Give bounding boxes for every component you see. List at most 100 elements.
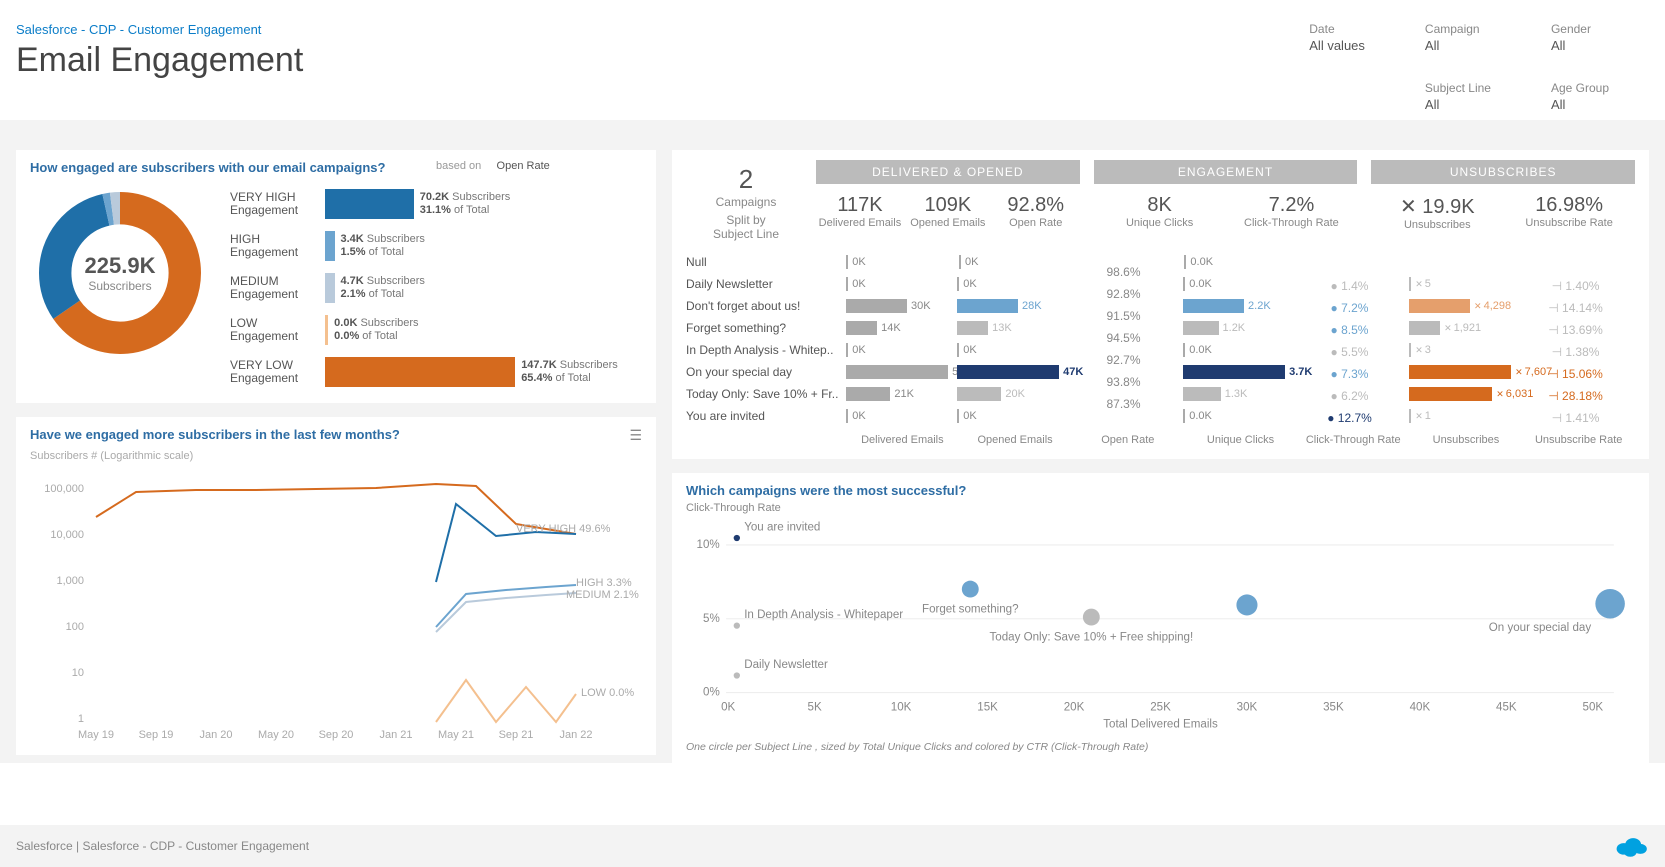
kpi-cell: ✕ 19.9KUnsubscribes: [1371, 184, 1503, 241]
filter-gender[interactable]: GenderAll: [1551, 22, 1609, 53]
table-row[interactable]: You are invited 0K 0K 87.3% 0.0K ● 12.7%…: [686, 405, 1635, 427]
svg-text:10K: 10K: [891, 702, 912, 714]
campaigns-count: 2: [686, 164, 806, 195]
svg-text:You are invited: You are invited: [744, 522, 820, 534]
svg-text:Jan 22: Jan 22: [559, 729, 592, 741]
split-by-label: Split by: [686, 213, 806, 227]
breadcrumb[interactable]: Salesforce - CDP - Customer Engagement: [16, 22, 1309, 37]
svg-text:Jan 20: Jan 20: [199, 729, 232, 741]
scatter-chart[interactable]: 0%5%10% 0K5K10K15K20K25K30K35K40K45K50K …: [686, 514, 1635, 734]
campaigns-label: Campaigns: [686, 195, 806, 209]
trend-question: Have we engaged more subscribers in the …: [30, 427, 400, 444]
svg-text:In Depth Analysis - Whitepaper: In Depth Analysis - Whitepaper: [744, 609, 903, 621]
svg-text:45K: 45K: [1496, 702, 1517, 714]
trend-ann-h: HIGH 3.3%: [576, 577, 632, 589]
col-header: Unique Clicks: [1184, 431, 1297, 449]
scatter-footnote: One circle per Subject Line , sized by T…: [686, 741, 1635, 753]
filter-bar: DateAll values CampaignAll Subject LineAll…: [1309, 22, 1649, 112]
table-row[interactable]: In Depth Analysis - Whitep.. 0K 0K 94.5%…: [686, 339, 1635, 361]
svg-text:25K: 25K: [1150, 702, 1171, 714]
footer: Salesforce | Salesforce - CDP - Customer…: [0, 825, 1665, 867]
svg-text:May 21: May 21: [438, 729, 474, 741]
svg-text:35K: 35K: [1323, 702, 1344, 714]
svg-text:Forget something?: Forget something?: [922, 603, 1019, 615]
filter-date[interactable]: DateAll values: [1309, 22, 1365, 53]
based-on-label: based on: [436, 160, 481, 172]
engagement-card: How engaged are subscribers with our ema…: [16, 150, 656, 403]
svg-text:10,000: 10,000: [50, 529, 84, 541]
svg-text:20K: 20K: [1064, 702, 1085, 714]
engagement-row[interactable]: MEDIUMEngagement 4.7K Subscribers2.1% of…: [230, 267, 642, 309]
svg-text:Sep 19: Sep 19: [139, 729, 174, 741]
donut-chart[interactable]: 225.9K Subscribers: [30, 183, 210, 363]
filter-campaign[interactable]: CampaignAll: [1425, 22, 1491, 53]
scatter-ylabel: Click-Through Rate: [686, 502, 1635, 514]
filter-subject-line[interactable]: Subject LineAll: [1425, 81, 1491, 112]
svg-text:Sep 20: Sep 20: [319, 729, 354, 741]
col-header: Unsubscribe Rate: [1522, 431, 1635, 449]
svg-text:15K: 15K: [977, 702, 998, 714]
svg-text:On your special day: On your special day: [1489, 622, 1592, 634]
svg-text:100: 100: [66, 621, 84, 633]
based-on-value[interactable]: Open Rate: [497, 160, 550, 172]
kpi-cell: 16.98%Unsubscribe Rate: [1503, 184, 1635, 241]
svg-text:0%: 0%: [703, 687, 720, 699]
col-header: Open Rate: [1071, 431, 1184, 449]
scatter-point[interactable]: [962, 581, 979, 598]
trend-ann-vh: VERY HIGH 49.6%: [516, 523, 611, 535]
svg-text:50K: 50K: [1583, 702, 1604, 714]
svg-text:1: 1: [78, 713, 84, 725]
svg-text:May 19: May 19: [78, 729, 114, 741]
kpi-card: 2 Campaigns Split by Subject Line DELIVE…: [672, 150, 1649, 459]
table-row[interactable]: Today Only: Save 10% + Fr.. 21K 20K 93.8…: [686, 383, 1635, 405]
engagement-row[interactable]: VERY HIGHEngagement 70.2K Subscribers31.…: [230, 183, 642, 225]
scatter-question: Which campaigns were the most successful…: [686, 483, 966, 498]
trend-ann-l: LOW 0.0%: [581, 687, 634, 699]
header: Salesforce - CDP - Customer Engagement E…: [0, 0, 1665, 120]
svg-text:5K: 5K: [808, 702, 822, 714]
scatter-point[interactable]: [1236, 594, 1257, 615]
table-row[interactable]: Forget something? 14K 13K 91.5% 1.2K ● 8…: [686, 317, 1635, 339]
kpi-cell: 92.8%Open Rate: [992, 184, 1080, 239]
table-row[interactable]: Daily Newsletter 0K 0K 98.6% 0.0K ● 1.4%…: [686, 273, 1635, 295]
table-row[interactable]: Don't forget about us! 30K 28K 92.8% 2.2…: [686, 295, 1635, 317]
table-row[interactable]: Null 0K 0K 0.0K: [686, 251, 1635, 273]
donut-center-label: Subscribers: [85, 279, 156, 293]
kpi-group-header: DELIVERED & OPENED: [816, 160, 1080, 184]
page-title: Email Engagement: [16, 41, 1309, 80]
scatter-point[interactable]: [734, 623, 740, 629]
hamburger-icon[interactable]: ☰: [629, 427, 642, 444]
scatter-point[interactable]: [734, 672, 740, 678]
kpi-group-header: ENGAGEMENT: [1094, 160, 1358, 184]
svg-text:Jan 21: Jan 21: [379, 729, 412, 741]
scatter-point[interactable]: [1083, 609, 1100, 626]
engagement-row[interactable]: HIGHEngagement 3.4K Subscribers1.5% of T…: [230, 225, 642, 267]
svg-text:10%: 10%: [697, 539, 720, 551]
scatter-point[interactable]: [1595, 589, 1625, 619]
svg-text:30K: 30K: [1237, 702, 1258, 714]
trend-card: Have we engaged more subscribers in the …: [16, 417, 656, 755]
kpi-cell: 7.2%Click-Through Rate: [1226, 184, 1358, 239]
svg-text:10: 10: [72, 667, 84, 679]
svg-text:Daily Newsletter: Daily Newsletter: [744, 659, 828, 671]
col-header: Delivered Emails: [846, 431, 959, 449]
svg-text:Sep 21: Sep 21: [499, 729, 534, 741]
kpi-cell: 8KUnique Clicks: [1094, 184, 1226, 239]
table-row[interactable]: On your special day 51K 47K 92.7% 3.7K ●…: [686, 361, 1635, 383]
footer-text: Salesforce | Salesforce - CDP - Customer…: [16, 839, 309, 853]
split-by-value: Subject Line: [686, 227, 806, 241]
engagement-row[interactable]: VERY LOWEngagement 147.7K Subscribers65.…: [230, 351, 642, 393]
engagement-row[interactable]: LOWEngagement 0.0K Subscribers0.0% of To…: [230, 309, 642, 351]
filter-age-group[interactable]: Age GroupAll: [1551, 81, 1609, 112]
col-header: Click-Through Rate: [1297, 431, 1410, 449]
trend-ann-m: MEDIUM 2.1%: [566, 589, 639, 601]
engagement-question: How engaged are subscribers with our ema…: [30, 160, 385, 175]
kpi-cell: 117KDelivered Emails: [816, 184, 904, 239]
trend-chart[interactable]: 1101001,00010,000100,000 May 19Sep 19Jan…: [30, 462, 642, 742]
svg-text:5%: 5%: [703, 613, 720, 625]
kpi-group-header: UNSUBSCRIBES: [1371, 160, 1635, 184]
svg-text:1,000: 1,000: [56, 575, 84, 587]
kpi-group: DELIVERED & OPENED 117KDelivered Emails …: [816, 160, 1080, 241]
scatter-card: Which campaigns were the most successful…: [672, 473, 1649, 763]
scatter-point[interactable]: [734, 535, 740, 541]
